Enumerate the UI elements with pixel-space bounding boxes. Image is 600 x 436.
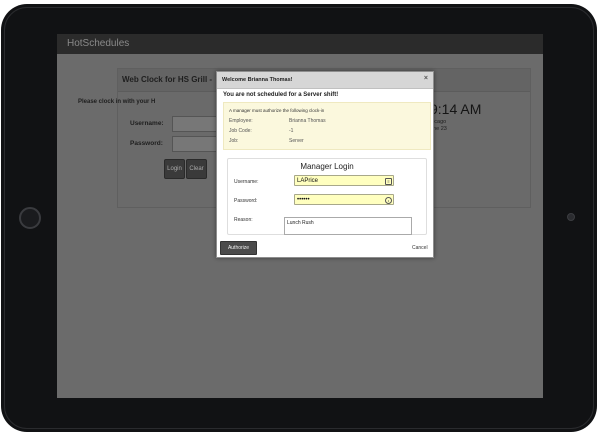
web-clock-password-input[interactable] (172, 136, 220, 152)
web-clock-username-input[interactable] (172, 116, 220, 132)
close-icon[interactable]: × (424, 75, 428, 82)
app-title: HotSchedules (67, 38, 130, 49)
cancel-link[interactable]: Cancel (412, 245, 428, 251)
key-icon[interactable]: • (385, 197, 392, 204)
info-label: Job: (229, 138, 239, 144)
reason-label: Reason: (234, 217, 253, 223)
authorize-button[interactable]: Authorize (220, 241, 257, 255)
camera-icon (567, 213, 575, 221)
info-value: -1 (289, 128, 294, 134)
info-label: Job Code: (229, 128, 252, 134)
manager-password-value: •••••• (297, 197, 310, 203)
web-clock-password-label: Password: (130, 140, 163, 147)
dialog-title: Welcome Brianna Thomas! (222, 77, 293, 83)
web-clock-title: Web Clock for HS Grill - (122, 75, 213, 84)
contact-card-icon[interactable]: ≡ (385, 178, 392, 185)
manager-username-value: LAPrice (297, 178, 319, 184)
manager-password-input[interactable]: •••••• • (294, 194, 394, 205)
clear-button[interactable]: Clear (186, 159, 207, 179)
info-label: Employee: (229, 118, 253, 124)
schedule-warning: You are not scheduled for a Server shift… (223, 92, 339, 98)
clock-time: 9:14 AM (430, 101, 482, 117)
reason-value: Lunch Rush (287, 220, 314, 226)
info-value: Brianna Thomas (289, 118, 326, 124)
reason-textarea[interactable]: Lunch Rush (284, 217, 412, 235)
app-header: HotSchedules (57, 34, 543, 54)
clock-in-prompt: Please clock in with your H (78, 99, 156, 105)
manager-login-panel: Manager Login Username: LAPrice ≡ Passwo… (227, 158, 427, 235)
authorization-dialog: Welcome Brianna Thomas! × You are not sc… (216, 71, 434, 258)
login-button[interactable]: Login (164, 159, 185, 179)
web-clock-username-label: Username: (130, 120, 164, 127)
manager-username-label: Username: (234, 179, 259, 185)
info-value: Server (289, 138, 304, 144)
info-heading: A manager must authorize the following c… (229, 108, 325, 113)
home-button[interactable] (19, 207, 41, 229)
authorization-info-box: A manager must authorize the following c… (223, 102, 431, 150)
manager-username-input[interactable]: LAPrice ≡ (294, 175, 394, 186)
dialog-header: Welcome Brianna Thomas! × (217, 72, 433, 89)
manager-login-title: Manager Login (300, 162, 354, 171)
manager-password-label: Password: (234, 198, 258, 204)
